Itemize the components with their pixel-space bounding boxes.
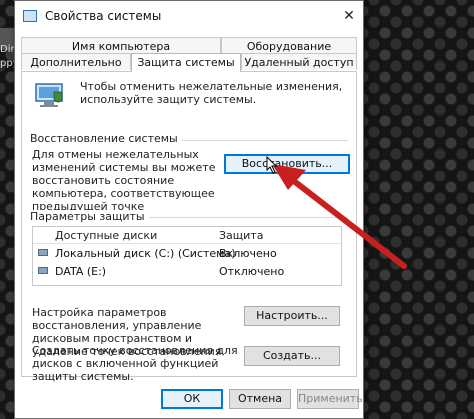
title-bar[interactable]: Свойства системы ✕ [15,1,363,33]
drive-protection-status: Включено [219,247,277,260]
create-button[interactable]: Создать... [244,346,340,366]
restore-button[interactable]: Восстановить... [224,154,350,174]
computer-icon [23,10,37,22]
desktop-item-label: Dir [0,44,15,55]
tab-hardware[interactable]: Оборудование [221,37,357,54]
system-drive-icon [38,249,48,256]
intro-text: Чтобы отменить нежелательные изменения, … [80,80,343,106]
system-protection-panel: Чтобы отменить нежелательные изменения, … [21,71,357,383]
table-row[interactable]: DATA (E:) Отключено [33,263,341,279]
mouse-cursor-icon [266,156,278,174]
protection-group-label: Параметры защиты [30,210,149,223]
window-title: Свойства системы [45,9,162,23]
system-properties-window: Свойства системы ✕ Имя компьютера Оборуд… [14,0,364,419]
drive-name: DATA (E:) [55,265,107,278]
column-protection[interactable]: Защита [219,229,263,242]
configure-button[interactable]: Настроить... [244,306,340,326]
ok-button[interactable]: ОК [161,389,223,409]
column-available-drives[interactable]: Доступные диски [55,229,157,242]
drive-icon [38,267,48,274]
restore-group-label: Восстановление системы [30,132,182,145]
drive-protection-status: Отключено [219,265,285,278]
table-row[interactable]: Локальный диск (C:) (Система) Включено [33,245,341,261]
drives-list-header: Доступные диски Защита [33,227,341,244]
tab-advanced[interactable]: Дополнительно [21,53,131,70]
tab-remote[interactable]: Удаленный доступ [241,53,357,70]
cancel-button[interactable]: Отмена [229,389,291,409]
tab-computer-name[interactable]: Имя компьютера [21,37,221,54]
apply-button[interactable]: Применить [297,389,363,409]
close-button[interactable]: ✕ [337,5,361,27]
system-protection-icon [35,83,63,107]
drive-name: Локальный диск (C:) (Система) [55,247,236,260]
create-description: Создать точку восстановления для дисков … [32,344,238,383]
drives-list[interactable]: Доступные диски Защита Локальный диск (C… [32,226,342,286]
tab-system-protection[interactable]: Защита системы [131,53,241,72]
